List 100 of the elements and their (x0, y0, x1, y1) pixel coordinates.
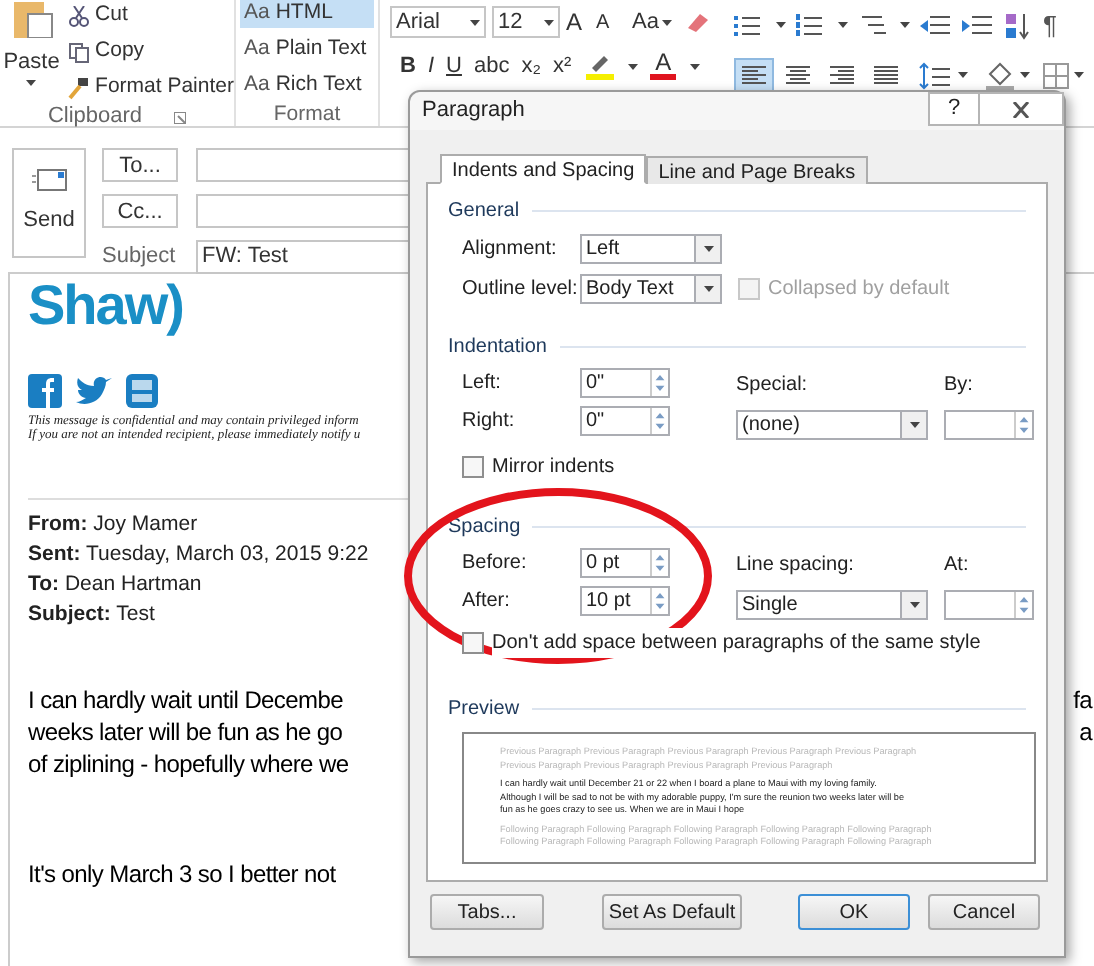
font-style-button[interactable]: x² (553, 50, 572, 83)
window-title: Paragraph (422, 96, 525, 127)
spacing-before-spinner[interactable]: 0 pt (580, 548, 670, 578)
dialog-button[interactable]: Cancel (928, 894, 1040, 930)
dialog-tab[interactable]: Line and Page Breaks (646, 156, 868, 184)
caret-icon (26, 79, 37, 85)
group-label: Format (271, 100, 343, 130)
header-line: Subject: Test (28, 600, 155, 630)
dont-add-space-checkbox[interactable] (462, 632, 484, 654)
spinner-arrows-icon (650, 588, 668, 614)
caret-icon (1020, 72, 1031, 78)
caret-icon (627, 63, 638, 70)
multilevel-list-icon[interactable] (858, 13, 891, 38)
field-label: Left: (462, 370, 503, 398)
clipboard-command[interactable]: Cut (67, 2, 234, 30)
outline-level-dropdown[interactable]: Body Text (580, 274, 722, 304)
field-label: Before: (462, 550, 529, 578)
caret-icon (544, 19, 554, 25)
font-color-button[interactable]: A (649, 52, 678, 81)
help-button[interactable]: ? (928, 92, 980, 126)
envelope-icon (31, 168, 67, 193)
right-indent-spinner[interactable]: 0" (580, 406, 670, 436)
grow-font-button[interactable]: A (566, 4, 590, 40)
send-button[interactable]: Send (12, 148, 86, 258)
left-indent-spinner[interactable]: 0" (580, 368, 670, 398)
checkbox-label: Mirror indents (492, 454, 615, 482)
group-label: Clipboard (47, 102, 143, 133)
company-logo: Shaw) (28, 274, 183, 338)
format-option[interactable]: Aa Rich Text (240, 72, 374, 100)
line-spacing-dropdown[interactable]: Single (736, 590, 928, 620)
format-option[interactable]: Aa HTML (240, 0, 374, 28)
font-style-button[interactable]: U (446, 50, 462, 83)
checkbox-label: Collapsed by default (768, 276, 950, 304)
caret-icon (703, 286, 713, 292)
font-style-button[interactable]: I (427, 50, 435, 83)
borders-icon[interactable] (1042, 61, 1071, 89)
align-right-icon (828, 64, 857, 86)
align-left-button[interactable] (734, 57, 775, 93)
caret-icon (662, 19, 673, 25)
clipboard-command[interactable]: Format Painter (67, 74, 234, 102)
special-indent-dropdown[interactable]: (none) (736, 410, 928, 440)
eraser-icon[interactable] (684, 10, 713, 34)
align-center-icon (784, 64, 813, 86)
font-name-dropdown[interactable]: Arial (390, 6, 486, 38)
caret-icon (470, 19, 480, 25)
mirror-indents-checkbox[interactable] (462, 456, 484, 478)
alignment-dropdown[interactable]: Left (580, 234, 722, 264)
caret-icon (703, 246, 713, 252)
sort-icon[interactable] (1004, 11, 1033, 40)
font-style-button[interactable]: abc (473, 50, 510, 83)
clipboard-command[interactable]: Copy (67, 38, 234, 66)
dialog-button[interactable]: Tabs... (430, 894, 544, 930)
align-left-icon (740, 64, 769, 86)
field-label: Right: (462, 408, 517, 436)
paste-button[interactable]: Paste (0, 2, 64, 102)
to-button[interactable]: To... (102, 148, 178, 182)
shading-icon[interactable] (984, 61, 1017, 89)
font-size-dropdown[interactable]: 12 (492, 6, 560, 38)
section-heading: Spacing (448, 514, 521, 542)
paintbrush-icon (67, 77, 90, 99)
show-formatting-button[interactable]: ¶ (1042, 6, 1057, 45)
cc-button[interactable]: Cc... (102, 194, 178, 228)
shrink-font-button[interactable]: A (596, 7, 620, 37)
section-heading: Preview (448, 696, 520, 724)
body-text-line: of ziplining - hopefully where we (28, 748, 349, 780)
decrease-indent-icon[interactable] (920, 13, 953, 38)
highlighter-icon[interactable] (583, 52, 616, 81)
dialog-launcher-icon[interactable] (174, 111, 187, 123)
line-spacing-icon[interactable] (918, 61, 955, 89)
body-text-line: I can hardly wait until Decembe (28, 684, 343, 716)
dialog-tab[interactable]: Indents and Spacing (440, 154, 647, 184)
body-text-line: It's only March 3 so I better not (28, 858, 336, 892)
font-style-button[interactable]: x₂ (521, 50, 541, 83)
spinner-arrows-icon (650, 370, 668, 396)
bird-icon (74, 376, 114, 408)
align-justify-icon (872, 64, 901, 86)
dialog-button[interactable]: OK (798, 894, 910, 930)
increase-indent-icon[interactable] (962, 13, 995, 38)
subject-field[interactable]: FW: Test (196, 240, 412, 274)
body-text-fragment: a (1079, 716, 1092, 748)
font-style-button[interactable]: B (400, 50, 416, 83)
spacing-after-spinner[interactable]: 10 pt (580, 586, 670, 616)
to-field[interactable] (196, 148, 412, 182)
format-option[interactable]: Aa Plain Text (240, 36, 374, 64)
cc-field[interactable] (196, 194, 412, 228)
caret-icon (909, 602, 919, 608)
facebook-icon (28, 374, 62, 408)
caret-icon (909, 422, 919, 428)
caret-icon (689, 63, 700, 70)
change-case-button[interactable]: Aa (626, 5, 679, 39)
header-line: From: Joy Mamer (28, 510, 198, 540)
caret-icon (776, 22, 787, 29)
section-heading: Indentation (448, 334, 547, 362)
spinner-arrows-icon (1014, 592, 1032, 618)
field-label: Special: (736, 372, 810, 400)
field-label: At: (944, 552, 971, 580)
body-text-line: weeks later will be fun as he go (28, 716, 343, 748)
close-button[interactable] (980, 92, 1064, 126)
subject-label: Subject (102, 242, 178, 273)
dialog-button[interactable]: Set As Default (602, 894, 742, 930)
